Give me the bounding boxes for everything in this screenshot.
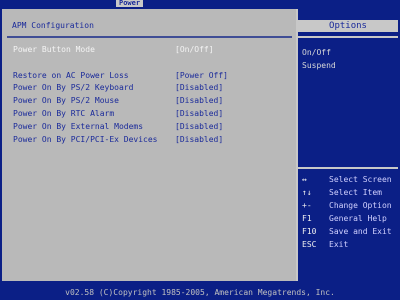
setting-label: Power Button Mode bbox=[13, 45, 95, 54]
keyhelp-select-item: ↑↓ Select Item bbox=[302, 187, 398, 199]
setting-row-ps2-mouse[interactable]: Power On By PS/2 Mouse [Disabled] bbox=[13, 96, 293, 106]
setting-value[interactable]: [Disabled] bbox=[175, 83, 223, 93]
keyhelp-desc: Save and Exit bbox=[329, 227, 392, 236]
help-panel: Options On/Off Suspend ↔ Select Screen ↑… bbox=[296, 9, 398, 281]
setting-row-pci-devices[interactable]: Power On By PCI/PCI-Ex Devices [Disabled… bbox=[13, 135, 293, 145]
keyhelp-save-exit: F10 Save and Exit bbox=[302, 226, 398, 238]
setting-value[interactable]: [Power Off] bbox=[175, 71, 228, 81]
keyhelp-key: F1 bbox=[302, 214, 312, 223]
setting-value[interactable]: [Disabled] bbox=[175, 122, 223, 132]
keyhelp-desc: General Help bbox=[329, 214, 387, 223]
keyhelp-select-screen: ↔ Select Screen bbox=[302, 174, 398, 186]
help-divider bbox=[298, 167, 398, 169]
keyhelp-desc: Select Screen bbox=[329, 175, 392, 184]
setting-label: Power On By External Modems bbox=[13, 122, 144, 131]
tab-power[interactable]: Power bbox=[116, 0, 144, 7]
setting-row-power-button-mode[interactable]: Power Button Mode [On/Off] bbox=[13, 45, 293, 55]
copyright-footer: v02.58 (C)Copyright 1985-2005, American … bbox=[0, 285, 400, 300]
page-title: APM Configuration bbox=[12, 21, 94, 30]
setting-label: Restore on AC Power Loss bbox=[13, 71, 129, 80]
up-down-arrows-icon: ↑↓ bbox=[302, 188, 312, 197]
keyhelp-key: ESC bbox=[302, 240, 317, 249]
setting-label: Power On By PS/2 Mouse bbox=[13, 96, 119, 105]
plus-minus-icon: +- bbox=[302, 201, 312, 210]
setting-value[interactable]: [Disabled] bbox=[175, 135, 223, 145]
setting-label: Power On By RTC Alarm bbox=[13, 109, 115, 118]
setting-value[interactable]: [Disabled] bbox=[175, 109, 223, 119]
setting-row-ps2-keyboard[interactable]: Power On By PS/2 Keyboard [Disabled] bbox=[13, 83, 293, 93]
setting-label: Power On By PS/2 Keyboard bbox=[13, 83, 134, 92]
setting-row-restore-ac-power-loss[interactable]: Restore on AC Power Loss [Power Off] bbox=[13, 71, 293, 81]
setting-row-rtc-alarm[interactable]: Power On By RTC Alarm [Disabled] bbox=[13, 109, 293, 119]
setting-value[interactable]: [Disabled] bbox=[175, 96, 223, 106]
left-right-arrows-icon: ↔ bbox=[302, 175, 307, 184]
keyhelp-desc: Select Item bbox=[329, 188, 382, 197]
help-title: Options bbox=[298, 20, 398, 32]
setting-row-external-modems[interactable]: Power On By External Modems [Disabled] bbox=[13, 122, 293, 132]
setting-value[interactable]: [On/Off] bbox=[175, 45, 214, 55]
title-divider bbox=[7, 36, 292, 38]
option-item[interactable]: On/Off bbox=[302, 49, 331, 57]
help-divider bbox=[298, 36, 398, 38]
option-item[interactable]: Suspend bbox=[302, 62, 336, 70]
keyhelp-general-help: F1 General Help bbox=[302, 213, 398, 225]
tab-bar: Power bbox=[0, 0, 400, 7]
keyhelp-desc: Change Option bbox=[329, 201, 392, 210]
keyhelp-key: F10 bbox=[302, 227, 317, 236]
keyhelp-change-option: +- Change Option bbox=[302, 200, 398, 212]
keyhelp-desc: Exit bbox=[329, 240, 349, 249]
keyhelp-exit: ESC Exit bbox=[302, 239, 398, 251]
main-settings-panel: APM Configuration Power Button Mode [On/… bbox=[2, 9, 296, 281]
setting-label: Power On By PCI/PCI-Ex Devices bbox=[13, 135, 158, 144]
